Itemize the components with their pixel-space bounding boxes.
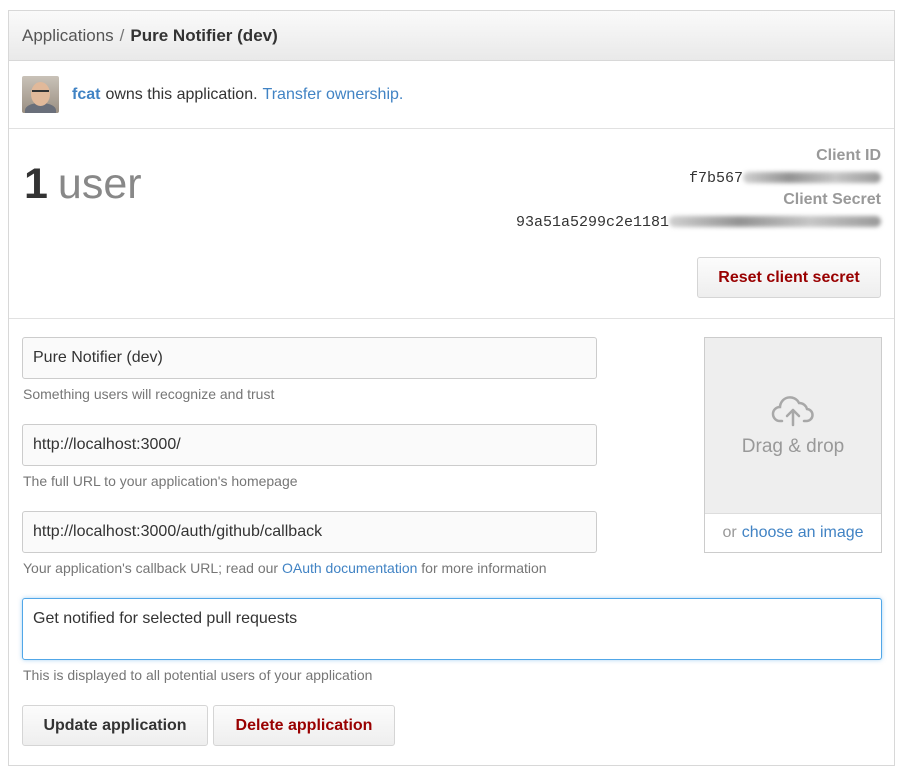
homepage-url-hint: The full URL to your application's homep… xyxy=(23,473,298,489)
owner-text: owns this application. xyxy=(105,85,258,103)
choose-image-link[interactable]: choose an image xyxy=(742,524,864,542)
client-secret-value: 93a51a5299c2e1181 xyxy=(515,214,669,231)
delete-application-button[interactable]: Delete application xyxy=(213,705,395,746)
callback-url-field[interactable] xyxy=(22,511,597,553)
breadcrumb: Applications / Pure Notifier (dev) xyxy=(9,11,894,61)
choose-image-row: or choose an image xyxy=(705,514,881,552)
app-stats: 1 user Client ID f7b567 Client Secret 93a… xyxy=(9,129,894,319)
user-count-unit: user xyxy=(57,160,142,208)
breadcrumb-applications-link[interactable]: Applications xyxy=(22,26,114,46)
client-id-block: Client ID f7b567 xyxy=(689,147,881,187)
client-secret-redaction xyxy=(669,216,881,228)
application-name-field[interactable] xyxy=(22,337,597,379)
oauth-documentation-link[interactable]: OAuth documentation xyxy=(282,560,417,576)
application-form: Something users will recognize and trust… xyxy=(9,319,894,765)
owner-username-link[interactable]: fcat xyxy=(72,86,100,104)
description-hint: This is displayed to all potential users… xyxy=(23,667,373,683)
callback-url-hint: Your application's callback URL; read ou… xyxy=(23,560,547,576)
application-settings-panel: Applications / Pure Notifier (dev) fcat … xyxy=(8,10,895,766)
client-secret-label: Client Secret xyxy=(783,191,881,208)
transfer-ownership-link[interactable]: Transfer ownership. xyxy=(263,86,404,104)
breadcrumb-separator: / xyxy=(119,25,125,45)
drag-drop-area[interactable]: Drag & drop xyxy=(705,338,881,514)
or-text: or xyxy=(722,524,737,541)
client-secret-block: Client Secret 93a51a5299c2e1181 xyxy=(516,191,881,231)
update-application-button[interactable]: Update application xyxy=(22,705,208,746)
ownership-row: fcat owns this application. Transfer own… xyxy=(9,61,894,129)
client-id-redaction xyxy=(743,172,881,184)
application-name-hint: Something users will recognize and trust xyxy=(23,386,275,402)
reset-client-secret-button[interactable]: Reset client secret xyxy=(697,257,881,298)
client-id-value: f7b567 xyxy=(688,170,743,187)
page-title: Pure Notifier (dev) xyxy=(130,25,278,45)
user-count: 1 user xyxy=(24,163,142,206)
user-count-number: 1 xyxy=(24,160,48,208)
client-id-label: Client ID xyxy=(816,147,881,164)
logo-dropzone[interactable]: Drag & drop or choose an image xyxy=(704,337,882,553)
description-field[interactable]: Get notified for selected pull requests xyxy=(22,598,882,660)
drag-drop-label: Drag & drop xyxy=(741,435,845,457)
avatar[interactable] xyxy=(22,76,59,113)
callback-hint-text: Your application's callback URL; read ou… xyxy=(23,560,279,576)
cloud-upload-icon xyxy=(771,395,814,426)
callback-hint-suffix: for more information xyxy=(421,560,547,576)
homepage-url-field[interactable] xyxy=(22,424,597,466)
